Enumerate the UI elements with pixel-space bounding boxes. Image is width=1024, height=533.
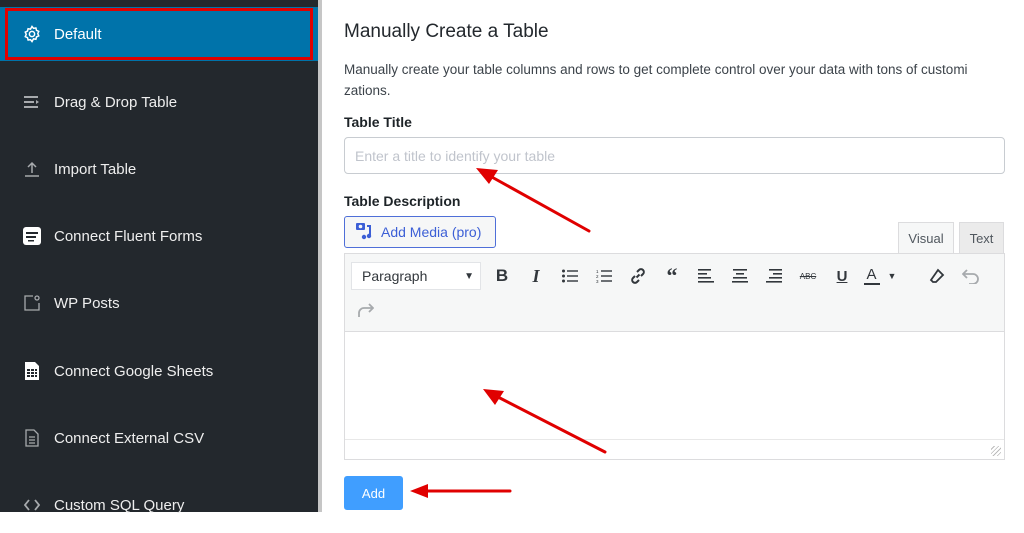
italic-button[interactable]: I xyxy=(522,262,550,290)
clear-formatting-button[interactable] xyxy=(923,262,951,290)
table-description-label: Table Description xyxy=(344,193,461,209)
italic-icon: I xyxy=(532,265,540,286)
tab-text[interactable]: Text xyxy=(959,222,1004,253)
link-icon xyxy=(631,268,645,284)
bulleted-list-icon xyxy=(562,269,578,283)
align-left-button[interactable] xyxy=(692,262,720,290)
bold-button[interactable]: B xyxy=(488,262,516,290)
table-title-input[interactable] xyxy=(344,137,1005,174)
posts-icon xyxy=(22,293,42,313)
underline-icon: U xyxy=(836,267,848,285)
blockquote-button[interactable]: “ xyxy=(658,262,686,290)
format-select-value: Paragraph xyxy=(362,268,428,284)
code-icon xyxy=(22,495,42,515)
sidebar-item-label: Import Table xyxy=(54,160,137,178)
svg-text:3: 3 xyxy=(596,279,599,283)
resize-handle[interactable] xyxy=(991,446,1001,456)
sidebar-item-connect-google-sheets[interactable]: Connect Google Sheets xyxy=(0,343,322,399)
table-title-label: Table Title xyxy=(344,114,412,130)
spreadsheet-icon xyxy=(22,361,42,381)
sidebar-item-label: Drag & Drop Table xyxy=(54,93,178,111)
sidebar: Default Drag & Drop Table Import Table C… xyxy=(0,0,322,514)
sidebar-item-label: WP Posts xyxy=(54,294,120,312)
align-right-icon xyxy=(766,269,782,283)
media-icon xyxy=(355,221,375,244)
editor-toolbar: Paragraph ▼ B I 123 “ ABC U A ▼ xyxy=(345,254,1004,332)
sidebar-item-label: Default xyxy=(54,25,102,43)
sidebar-item-wp-posts[interactable]: WP Posts xyxy=(0,275,322,331)
underline-button[interactable]: U xyxy=(828,262,856,290)
redo-button[interactable] xyxy=(351,296,379,324)
sidebar-item-default[interactable]: Default xyxy=(0,7,322,61)
add-media-button[interactable]: Add Media (pro) xyxy=(344,216,496,248)
chevron-down-icon: ▼ xyxy=(887,271,897,281)
align-left-icon xyxy=(698,269,714,283)
page-title: Manually Create a Table xyxy=(344,21,549,42)
page-description: Manually create your table columns and r… xyxy=(344,62,968,98)
sidebar-item-label: Connect Fluent Forms xyxy=(54,227,203,245)
main-panel: Manually Create a Table Manually create … xyxy=(322,0,1024,512)
tab-visual[interactable]: Visual xyxy=(898,222,954,253)
sidebar-item-drag-drop-table[interactable]: Drag & Drop Table xyxy=(0,74,322,130)
sidebar-item-label: Custom SQL Query xyxy=(54,496,185,514)
undo-button[interactable] xyxy=(957,262,985,290)
add-media-label: Add Media (pro) xyxy=(381,224,482,240)
chevron-down-icon: ▼ xyxy=(464,271,474,282)
link-button[interactable] xyxy=(624,262,652,290)
strikethrough-button[interactable]: ABC xyxy=(794,262,822,290)
text-color-icon: A xyxy=(863,267,880,285)
undo-icon xyxy=(962,269,979,284)
document-icon xyxy=(22,428,42,448)
sidebar-item-import-table[interactable]: Import Table xyxy=(0,141,322,197)
gear-icon xyxy=(22,24,42,44)
fluent-forms-icon xyxy=(22,226,42,246)
align-center-button[interactable] xyxy=(726,262,754,290)
numbered-list-icon: 123 xyxy=(596,269,612,283)
sidebar-item-label: Connect External CSV xyxy=(54,429,205,447)
sidebar-item-connect-external-csv[interactable]: Connect External CSV xyxy=(0,410,322,466)
drag-drop-icon xyxy=(22,92,42,112)
blockquote-icon: “ xyxy=(666,263,678,288)
numbered-list-button[interactable]: 123 xyxy=(590,262,618,290)
sidebar-item-connect-fluent-forms[interactable]: Connect Fluent Forms xyxy=(0,208,322,264)
align-center-icon xyxy=(732,269,748,283)
eraser-icon xyxy=(929,268,945,283)
text-color-button[interactable]: A ▼ xyxy=(860,262,900,290)
sidebar-item-label: Connect Google Sheets xyxy=(54,362,214,380)
description-editor: Paragraph ▼ B I 123 “ ABC U A ▼ xyxy=(344,253,1005,460)
sidebar-item-custom-sql-query[interactable]: Custom SQL Query xyxy=(0,477,322,533)
editor-content-area[interactable] xyxy=(345,332,1004,440)
bold-icon: B xyxy=(495,266,509,285)
align-right-button[interactable] xyxy=(760,262,788,290)
upload-icon xyxy=(22,159,42,179)
redo-icon xyxy=(358,303,374,317)
strikethrough-icon: ABC xyxy=(799,271,817,281)
bulleted-list-button[interactable] xyxy=(556,262,584,290)
editor-statusbar xyxy=(345,439,1004,459)
add-button[interactable]: Add xyxy=(344,476,403,510)
format-select[interactable]: Paragraph ▼ xyxy=(351,262,481,290)
